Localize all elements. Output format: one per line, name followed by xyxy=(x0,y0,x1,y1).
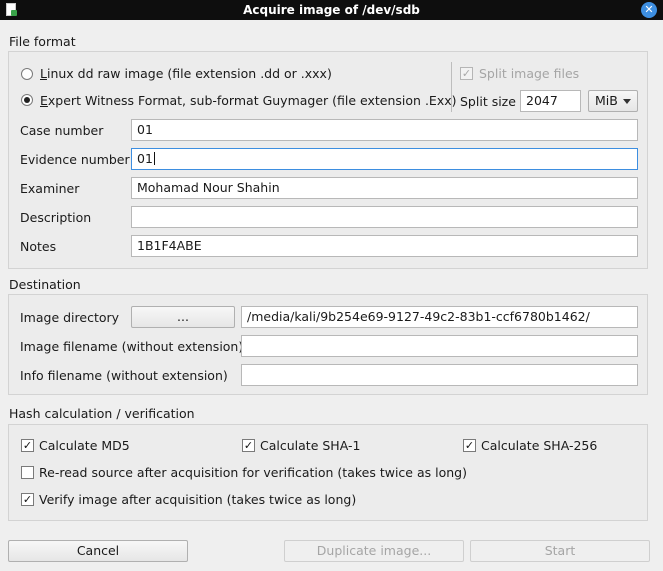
case-number-input[interactable]: 01 xyxy=(131,119,638,141)
description-label: Description xyxy=(20,210,92,225)
info-filename-label: Info filename (without extension) xyxy=(20,368,228,383)
info-filename-input[interactable] xyxy=(241,364,638,386)
split-size-label: Split size xyxy=(460,94,516,109)
split-image-label: Split image files xyxy=(479,66,580,81)
examiner-input[interactable]: Mohamad Nour Shahin xyxy=(131,177,638,199)
notes-label: Notes xyxy=(20,239,57,254)
reread-label[interactable]: Re-read source after acquisition for ver… xyxy=(39,465,467,480)
sha1-checkbox[interactable]: ✓ xyxy=(242,439,255,452)
notes-input[interactable]: 1B1F4ABE xyxy=(131,235,638,257)
window-title: Acquire image of /dev/sdb xyxy=(243,3,420,17)
sha1-label[interactable]: Calculate SHA-1 xyxy=(260,438,360,453)
description-input[interactable] xyxy=(131,206,638,228)
ewf-format-radio[interactable] xyxy=(21,94,33,106)
split-image-checkbox[interactable]: ✓ xyxy=(460,67,473,80)
start-button[interactable]: Start xyxy=(470,540,650,562)
sha256-label[interactable]: Calculate SHA-256 xyxy=(481,438,597,453)
dd-format-radio[interactable] xyxy=(21,68,33,80)
image-filename-label: Image filename (without extension) xyxy=(20,339,244,354)
chevron-down-icon xyxy=(623,99,631,104)
duplicate-image-button[interactable]: Duplicate image... xyxy=(284,540,464,562)
evidence-number-input[interactable]: 01 xyxy=(131,148,638,170)
evidence-number-label: Evidence number xyxy=(20,152,130,167)
format-separator xyxy=(451,62,452,112)
cancel-button[interactable]: Cancel xyxy=(8,540,188,562)
browse-directory-button[interactable]: ... xyxy=(131,306,235,328)
title-bar: Acquire image of /dev/sdb ✕ xyxy=(0,0,663,20)
file-format-section-label: File format xyxy=(9,34,76,49)
examiner-label: Examiner xyxy=(20,181,80,196)
split-size-input[interactable]: 2047 xyxy=(520,90,581,112)
reread-checkbox[interactable] xyxy=(21,466,34,479)
hash-section-label: Hash calculation / verification xyxy=(9,406,195,421)
split-unit-value: MiB xyxy=(595,93,618,108)
evidence-number-value: 01 xyxy=(137,151,153,166)
md5-checkbox[interactable]: ✓ xyxy=(21,439,34,452)
text-caret xyxy=(153,152,155,165)
dd-format-label[interactable]: Linux dd raw image (file extension .dd o… xyxy=(40,66,332,81)
destination-section-label: Destination xyxy=(9,277,81,292)
sha256-checkbox[interactable]: ✓ xyxy=(463,439,476,452)
case-number-label: Case number xyxy=(20,123,104,138)
verify-label[interactable]: Verify image after acquisition (takes tw… xyxy=(39,492,356,507)
md5-label[interactable]: Calculate MD5 xyxy=(39,438,130,453)
ewf-format-label[interactable]: Expert Witness Format, sub-format Guymag… xyxy=(40,93,457,108)
verify-checkbox[interactable]: ✓ xyxy=(21,493,34,506)
image-directory-label: Image directory xyxy=(20,310,120,325)
image-directory-input[interactable]: /media/kali/9b254e69-9127-49c2-83b1-ccf6… xyxy=(241,306,638,328)
image-filename-input[interactable] xyxy=(241,335,638,357)
split-unit-select[interactable]: MiB xyxy=(588,90,638,112)
close-icon[interactable]: ✕ xyxy=(641,2,657,18)
